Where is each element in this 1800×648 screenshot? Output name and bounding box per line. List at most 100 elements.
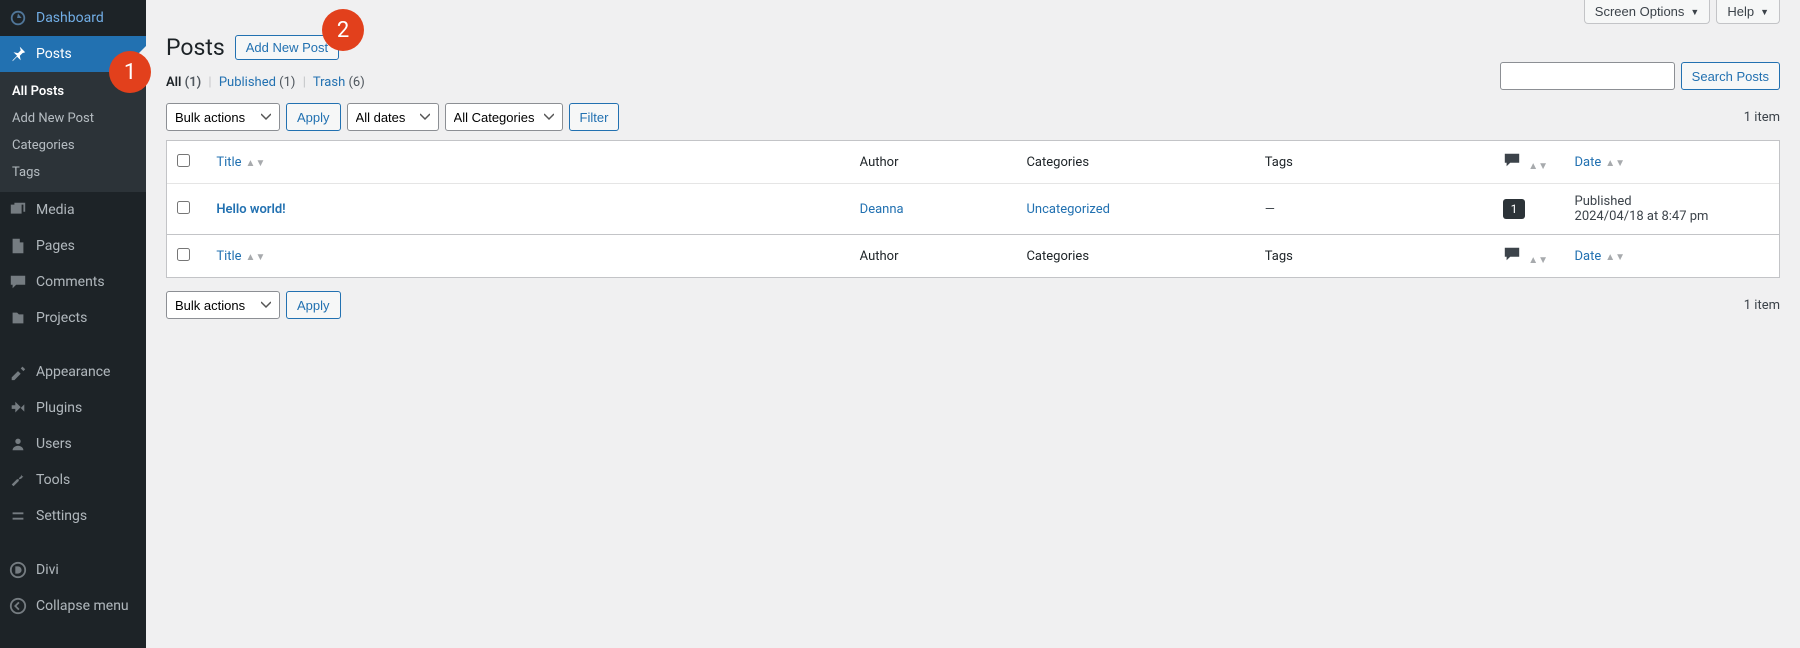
menu-users[interactable]: Users (0, 426, 146, 462)
collapse-icon (8, 596, 28, 616)
users-icon (8, 434, 28, 454)
menu-appearance[interactable]: Appearance (0, 354, 146, 390)
menu-collapse[interactable]: Collapse menu (0, 588, 146, 624)
sort-icon: ▲▼ (1528, 161, 1548, 172)
filter-button[interactable]: Filter (569, 103, 620, 131)
filter-trash[interactable]: Trash (6) (313, 75, 365, 90)
media-icon (8, 200, 28, 220)
submenu-add-new[interactable]: Add New Post (0, 105, 146, 132)
bulk-apply-button-bottom[interactable]: Apply (286, 291, 341, 319)
col-author-footer: Author (850, 234, 1017, 277)
select-all-checkbox-bottom[interactable] (177, 248, 190, 261)
posts-table: Title▲▼ Author Categories Tags ▲▼ Date▲▼… (166, 140, 1780, 278)
chevron-down-icon: ▼ (1760, 7, 1769, 17)
col-tags-footer: Tags (1255, 234, 1493, 277)
col-title-footer[interactable]: Title▲▼ (206, 234, 849, 277)
menu-label: Plugins (36, 400, 82, 416)
table-row: Hello world! Deanna Uncategorized — 1 Pu… (167, 183, 1779, 234)
menu-label: Appearance (36, 364, 110, 380)
select-all-checkbox-top[interactable] (177, 154, 190, 167)
menu-label: Collapse menu (36, 598, 129, 614)
sort-icon: ▲▼ (246, 158, 266, 169)
menu-label: Projects (36, 310, 87, 326)
tablenav-top: Bulk actions Apply All dates All Categor… (166, 102, 1780, 132)
comments-icon (1503, 245, 1521, 263)
post-title-link[interactable]: Hello world! (216, 202, 285, 217)
projects-icon (8, 308, 28, 328)
row-checkbox[interactable] (177, 201, 190, 214)
page-title: Posts (166, 34, 225, 61)
screen-options-button[interactable]: Screen Options ▼ (1584, 0, 1711, 24)
date-status: Published (1575, 194, 1769, 209)
item-count-top: 1 item (1744, 110, 1780, 125)
bulk-actions-select[interactable]: Bulk actions (166, 103, 280, 131)
tools-icon (8, 470, 28, 490)
menu-media[interactable]: Media (0, 192, 146, 228)
menu-label: Pages (36, 238, 75, 254)
menu-label: Posts (36, 46, 72, 62)
pin-icon (8, 44, 28, 64)
menu-divi[interactable]: Divi (0, 552, 146, 588)
sort-icon: ▲▼ (246, 252, 266, 263)
col-date-footer[interactable]: Date▲▼ (1565, 234, 1779, 277)
screen-options-label: Screen Options (1595, 4, 1685, 19)
help-button[interactable]: Help ▼ (1716, 0, 1780, 24)
plugins-icon (8, 398, 28, 418)
menu-label: Tools (36, 472, 70, 488)
appearance-icon (8, 362, 28, 382)
menu-label: Comments (36, 274, 105, 290)
category-link[interactable]: Uncategorized (1026, 202, 1109, 217)
tags-cell: — (1255, 183, 1493, 234)
date-value: 2024/04/18 at 8:47 pm (1575, 209, 1769, 224)
col-comments-footer[interactable]: ▲▼ (1493, 234, 1564, 277)
col-categories: Categories (1016, 141, 1254, 183)
menu-label: Users (36, 436, 72, 452)
callout-marker-1: 1 (109, 51, 151, 93)
comments-icon (8, 272, 28, 292)
col-categories-footer: Categories (1016, 234, 1254, 277)
bulk-actions-select-bottom[interactable]: Bulk actions (166, 291, 280, 319)
menu-dashboard[interactable]: Dashboard (0, 0, 146, 36)
admin-sidebar: Dashboard Posts All Posts Add New Post C… (0, 0, 146, 648)
tablenav-bottom: Bulk actions Apply 1 item (166, 290, 1780, 320)
col-title[interactable]: Title▲▼ (206, 141, 849, 183)
submenu-tags[interactable]: Tags (0, 159, 146, 186)
category-filter-select[interactable]: All Categories (445, 103, 563, 131)
menu-plugins[interactable]: Plugins (0, 390, 146, 426)
date-filter-select[interactable]: All dates (347, 103, 439, 131)
col-tags: Tags (1255, 141, 1493, 183)
menu-tools[interactable]: Tools (0, 462, 146, 498)
callout-marker-2: 2 (322, 9, 364, 51)
item-count-bottom: 1 item (1744, 298, 1780, 313)
col-author: Author (850, 141, 1017, 183)
comments-icon (1503, 151, 1521, 169)
settings-icon (8, 506, 28, 526)
sort-icon: ▲▼ (1605, 158, 1625, 169)
menu-projects[interactable]: Projects (0, 300, 146, 336)
sort-icon: ▲▼ (1528, 255, 1548, 266)
menu-label: Settings (36, 508, 87, 524)
menu-label: Media (36, 202, 75, 218)
menu-settings[interactable]: Settings (0, 498, 146, 534)
chevron-down-icon: ▼ (1690, 7, 1699, 17)
main-content: Screen Options ▼ Help ▼ Posts Add New Po… (146, 0, 1800, 648)
col-comments[interactable]: ▲▼ (1493, 141, 1564, 183)
dashboard-icon (8, 8, 28, 28)
search-input[interactable] (1500, 62, 1675, 90)
menu-label: Dashboard (36, 10, 104, 26)
divi-icon (8, 560, 28, 580)
bulk-apply-button[interactable]: Apply (286, 103, 341, 131)
submenu-categories[interactable]: Categories (0, 132, 146, 159)
search-button[interactable]: Search Posts (1681, 62, 1780, 90)
comment-count-badge[interactable]: 1 (1503, 199, 1525, 219)
filter-published[interactable]: Published (1) (219, 75, 299, 90)
help-label: Help (1727, 4, 1754, 19)
filter-all[interactable]: All (1) (166, 75, 204, 90)
col-date[interactable]: Date▲▼ (1565, 141, 1779, 183)
page-icon (8, 236, 28, 256)
menu-comments[interactable]: Comments (0, 264, 146, 300)
author-link[interactable]: Deanna (860, 202, 904, 217)
menu-label: Divi (36, 562, 59, 578)
menu-pages[interactable]: Pages (0, 228, 146, 264)
sort-icon: ▲▼ (1605, 252, 1625, 263)
